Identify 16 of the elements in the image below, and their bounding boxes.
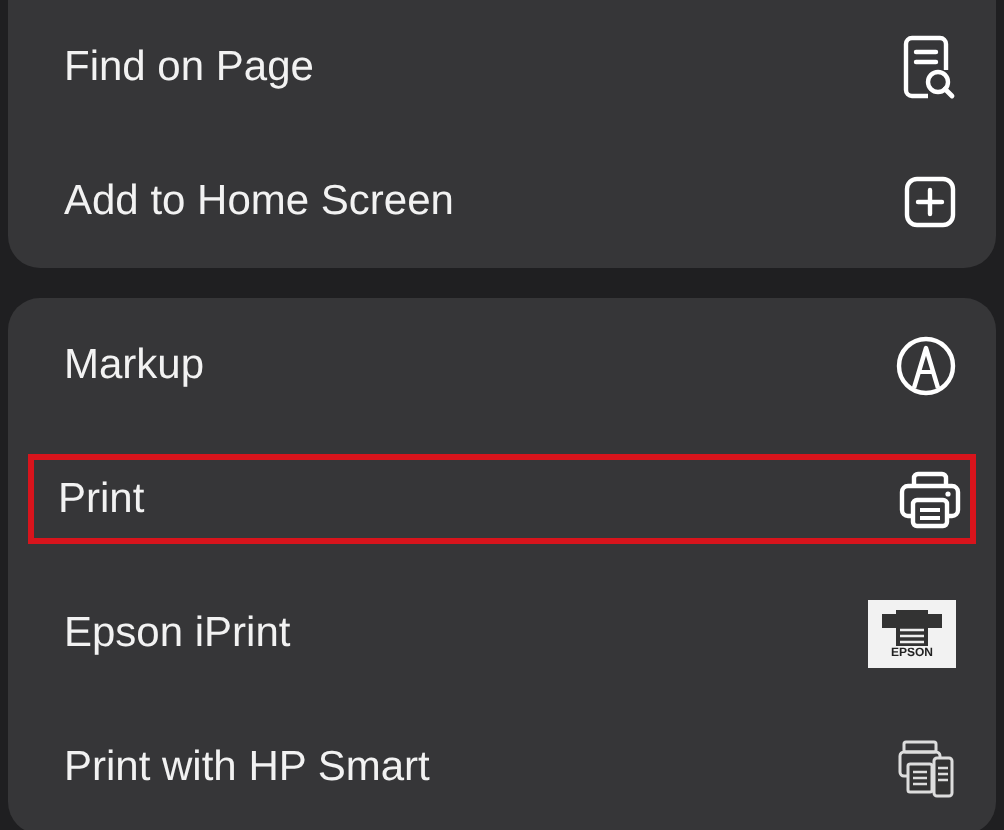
menu-item[interactable]: Find on Page bbox=[8, 0, 996, 134]
printers-icon bbox=[896, 735, 956, 799]
menu-item[interactable]: Print bbox=[28, 454, 976, 544]
printer-icon bbox=[898, 469, 962, 529]
menu-item-label: Print bbox=[58, 475, 145, 523]
document-search-icon bbox=[900, 33, 956, 101]
menu-item-label: Add to Home Screen bbox=[64, 177, 454, 225]
pen-circle-icon bbox=[896, 335, 956, 395]
menu-item-label: Markup bbox=[64, 341, 205, 389]
menu-item-label: Find on Page bbox=[64, 43, 314, 91]
menu-item-label: Print with HP Smart bbox=[64, 743, 430, 791]
menu-item[interactable]: Print with HP Smart bbox=[8, 700, 996, 830]
plus-square-icon bbox=[904, 175, 956, 227]
menu-item[interactable]: Add to Home Screen bbox=[8, 134, 996, 268]
menu-item[interactable]: Markup bbox=[8, 298, 996, 432]
menu-item-label: Epson iPrint bbox=[64, 609, 291, 657]
